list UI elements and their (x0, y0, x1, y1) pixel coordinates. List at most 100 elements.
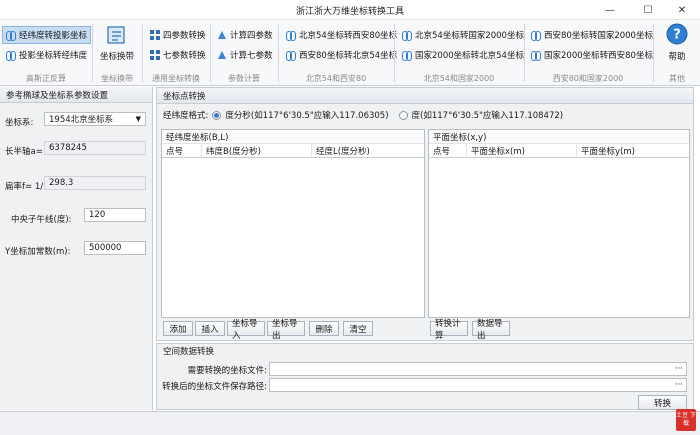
point-conversion-panel: 坐标点转换 经纬度格式: 度分秒(如117°6'30.5"应输入117.0630… (156, 87, 694, 341)
grid-icon (150, 50, 160, 60)
group-label-bj54-cgcs2000: 北京54和国家2000 (423, 74, 495, 83)
format-deg-label[interactable]: 度(如117°6'30.5"应输入117.108472) (412, 109, 564, 121)
divider (394, 24, 395, 82)
y-offset-input[interactable]: 500000 (84, 241, 146, 255)
transform-icon (402, 50, 412, 61)
ribbon: 经纬度转投影坐标 投影坐标转经纬度 高斯正反算 坐标换带 坐标换带 四参数转换 … (0, 20, 700, 86)
browse-icon[interactable]: ··· (675, 364, 683, 374)
ribbon-item-label: 经纬度转投影坐标 (19, 31, 88, 41)
export-coords-button[interactable]: 坐标导出 (267, 319, 305, 341)
group-label-general: 通用坐标转换 (152, 74, 200, 83)
xa80-to-bj54-button[interactable]: 西安80坐标转北京54坐标 (282, 46, 401, 64)
flattening-label: 扁率f= 1/ (5, 182, 44, 192)
bj54-to-cgcs2000-button[interactable]: 北京54坐标转国家2000坐标 (398, 26, 528, 44)
convert-calc-button[interactable]: 转换计算 (430, 319, 468, 341)
column-header[interactable]: 平面坐标y(m) (577, 144, 689, 157)
svg-text:?: ? (673, 28, 681, 43)
import-coords-button[interactable]: 坐标导入 (227, 319, 265, 341)
semi-major-label: 长半轴a= (5, 147, 43, 157)
group-label-bj54-xa80: 北京54和西安80 (305, 74, 367, 83)
ribbon-item-label: 四参数转换 (163, 31, 206, 41)
transform-icon (6, 50, 16, 61)
calculate-icon (217, 30, 227, 40)
ribbon-item-label: 国家2000坐标转西安80坐标 (544, 51, 653, 61)
plane-grid[interactable]: 平面坐标(x,y) 点号 平面坐标x(m) 平面坐标y(m) (428, 129, 690, 318)
transform-icon (6, 30, 16, 41)
xa80-to-cgcs2000-button[interactable]: 西安80坐标转国家2000坐标 (527, 26, 657, 44)
watermark-logo: 土豆 下载 (676, 409, 696, 431)
coord-system-select[interactable]: 1954北京坐标系 ▼ (44, 112, 146, 126)
group-label-gauss: 高斯正反算 (26, 74, 66, 83)
output-path-field[interactable]: ··· (269, 378, 687, 392)
four-param-convert-button[interactable]: 四参数转换 (146, 26, 210, 44)
semi-major-field: 6378245 (44, 141, 146, 155)
output-path-label: 转换后的坐标文件保存路径: (162, 382, 267, 392)
help-button[interactable]: ? 帮助 (657, 23, 697, 69)
spatial-conversion-panel: 空间数据转换 需要转换的坐标文件: ··· 转换后的坐标文件保存路径: ··· … (156, 343, 694, 410)
central-meridian-label: 中央子午线(度): (11, 215, 72, 225)
cgcs2000-to-bj54-button[interactable]: 国家2000坐标转北京54坐标 (398, 46, 528, 64)
panel-title: 坐标点转换 (157, 88, 693, 104)
latlon-grid[interactable]: 经纬度坐标(B,L) 点号 纬度B(度分秒) 经度L(度分秒) (161, 129, 425, 318)
cgcs2000-to-xa80-button[interactable]: 国家2000坐标转西安80坐标 (527, 46, 657, 64)
ribbon-item-label: 国家2000坐标转北京54坐标 (415, 51, 524, 61)
column-header[interactable]: 纬度B(度分秒) (202, 144, 312, 157)
ellipsoid-settings-panel: 参考椭球及坐标系参数设置 坐标系: 1954北京坐标系 ▼ 长半轴a= 6378… (0, 87, 153, 410)
chevron-down-icon: ▼ (135, 115, 141, 123)
help-label: 帮助 (668, 52, 686, 62)
panel-title: 参考椭球及坐标系参数设置 (0, 87, 152, 103)
group-label-zone: 坐标换带 (101, 74, 133, 83)
maximize-button[interactable]: ☐ (630, 0, 666, 20)
format-dms-label[interactable]: 度分秒(如117°6'30.5"应输入117.06305) (225, 109, 388, 121)
bj54-to-xa80-button[interactable]: 北京54坐标转西安80坐标 (282, 26, 401, 44)
grid-title: 平面坐标(x,y) (429, 130, 689, 144)
clear-button[interactable]: 清空 (343, 321, 373, 336)
calc-seven-param-button[interactable]: 计算七参数 (213, 46, 277, 64)
group-label-other: 其他 (669, 74, 685, 83)
panel-title: 空间数据转换 (163, 347, 215, 357)
ribbon-item-label: 计算四参数 (230, 31, 273, 41)
group-label-param-calc: 参数计算 (228, 74, 260, 83)
zone-change-icon (107, 26, 125, 44)
transform-icon (531, 50, 541, 61)
y-offset-label: Y坐标加常数(m): (5, 247, 71, 257)
seven-param-convert-button[interactable]: 七参数转换 (146, 46, 210, 64)
status-bar (0, 411, 700, 435)
column-header[interactable]: 平面坐标x(m) (467, 144, 577, 157)
format-deg-radio[interactable] (398, 110, 408, 120)
zone-change-button[interactable]: 坐标换带 (97, 24, 137, 68)
insert-button[interactable]: 插入 (195, 321, 225, 336)
delete-button[interactable]: 删除 (309, 321, 339, 336)
data-export-button[interactable]: 数据导出 (472, 319, 510, 341)
ribbon-item-label: 北京54坐标转国家2000坐标 (415, 31, 524, 41)
ribbon-item-label: 北京54坐标转西安80坐标 (299, 31, 398, 41)
transform-icon (286, 30, 296, 41)
column-header[interactable]: 点号 (429, 144, 467, 157)
input-file-label: 需要转换的坐标文件: (187, 366, 267, 376)
grid-header: 点号 平面坐标x(m) 平面坐标y(m) (429, 144, 689, 158)
central-meridian-input[interactable]: 120 (84, 208, 146, 222)
title-bar: 浙江浙大万维坐标转换工具 — ☐ ✕ (0, 0, 700, 20)
column-header[interactable]: 点号 (162, 144, 202, 157)
transform-icon (402, 30, 412, 41)
close-button[interactable]: ✕ (664, 0, 700, 20)
projection-to-latlon-button[interactable]: 投影坐标转经纬度 (2, 46, 91, 64)
divider (278, 24, 279, 82)
input-file-field[interactable]: ··· (269, 362, 687, 376)
grid-title: 经纬度坐标(B,L) (162, 130, 424, 144)
help-icon: ? (666, 23, 688, 45)
zone-change-label: 坐标换带 (99, 52, 134, 62)
coord-system-label: 坐标系: (5, 118, 34, 128)
add-button[interactable]: 添加 (163, 321, 193, 336)
divider (653, 24, 654, 82)
column-header[interactable]: 经度L(度分秒) (312, 144, 424, 157)
calc-four-param-button[interactable]: 计算四参数 (213, 26, 277, 44)
latlon-to-projection-button[interactable]: 经纬度转投影坐标 (2, 26, 92, 44)
format-row: 经纬度格式: 度分秒(如117°6'30.5"应输入117.06305) 度(如… (163, 109, 563, 121)
convert-button[interactable]: 转换 (638, 395, 687, 410)
minimize-button[interactable]: — (592, 0, 628, 20)
format-dms-radio[interactable] (212, 110, 222, 120)
ribbon-item-label: 投影坐标转经纬度 (19, 51, 88, 61)
browse-icon[interactable]: ··· (675, 380, 683, 390)
grid-icon (150, 30, 160, 40)
